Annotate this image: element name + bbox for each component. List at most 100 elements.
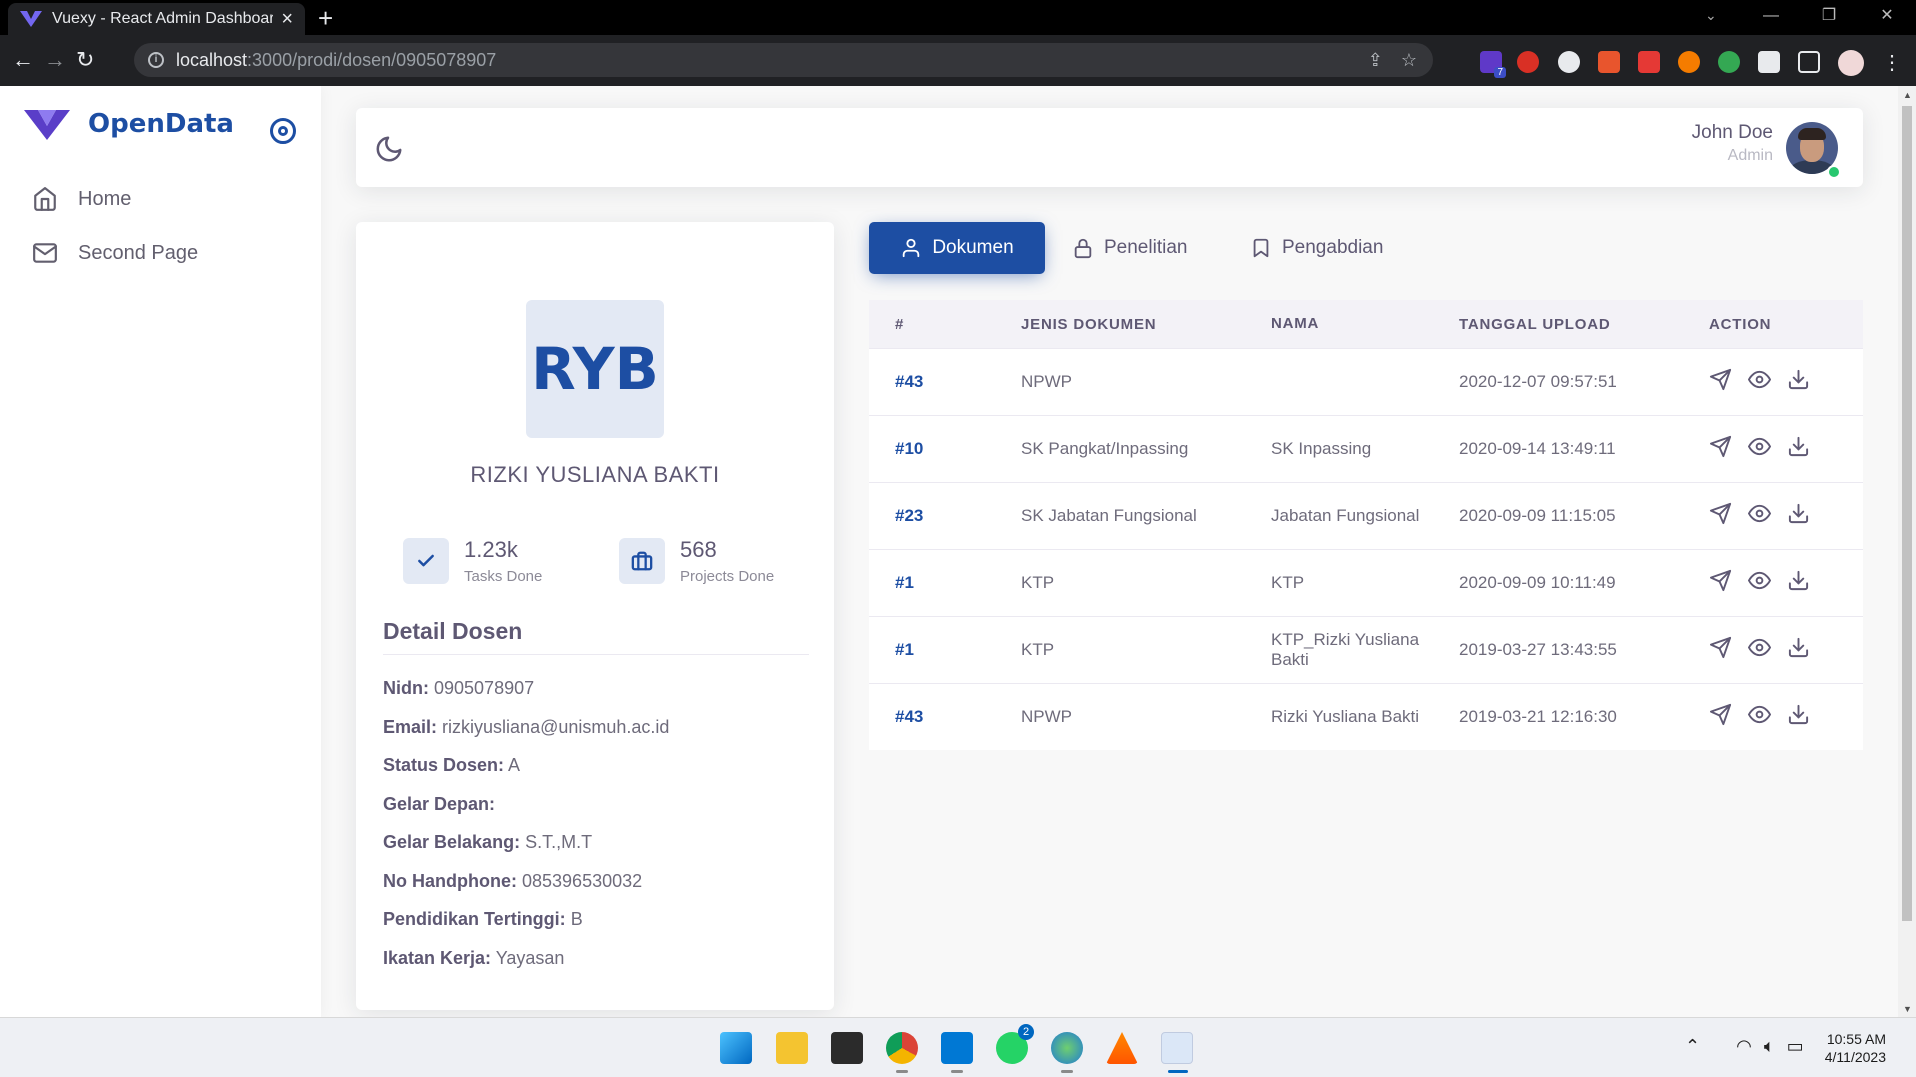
extension-orange-icon[interactable] bbox=[1678, 51, 1700, 73]
running-indicator bbox=[1168, 1070, 1188, 1073]
back-icon[interactable]: ← bbox=[12, 47, 34, 73]
scrollbar-thumb[interactable] bbox=[1902, 106, 1912, 921]
vscode-icon[interactable] bbox=[941, 1032, 973, 1064]
share-icon[interactable]: ⇪ bbox=[1368, 50, 1383, 71]
detail-title: Detail Dosen bbox=[383, 618, 523, 644]
user-dropdown[interactable]: John Doe Admin bbox=[1692, 122, 1773, 165]
minimize-icon[interactable]: — bbox=[1742, 0, 1800, 35]
vlc-icon[interactable] bbox=[1106, 1032, 1138, 1064]
clock[interactable]: 10:55 AM 4/11/2023 bbox=[1825, 1030, 1886, 1066]
doc-upload-date: 2020-09-14 13:49:11 bbox=[1459, 439, 1616, 458]
moon-icon[interactable] bbox=[374, 134, 404, 164]
eye-icon[interactable] bbox=[1748, 703, 1771, 731]
eye-icon[interactable] bbox=[1748, 502, 1771, 530]
divider bbox=[383, 654, 809, 655]
volume-icon[interactable]: 🔈︎ bbox=[1764, 1036, 1775, 1057]
extension-green-icon[interactable] bbox=[1718, 51, 1740, 73]
row-actions bbox=[1709, 569, 1863, 597]
doc-id[interactable]: #43 bbox=[869, 707, 1021, 727]
column-header: TANGGAL UPLOAD bbox=[1459, 315, 1611, 333]
wifi-icon[interactable]: ◠ bbox=[1736, 1036, 1752, 1057]
send-icon[interactable] bbox=[1709, 703, 1732, 731]
eye-icon[interactable] bbox=[1748, 435, 1771, 463]
profile-avatar-icon[interactable] bbox=[1838, 50, 1864, 76]
extension-red-icon[interactable] bbox=[1638, 51, 1660, 73]
doc-id[interactable]: #1 bbox=[869, 573, 1021, 593]
send-icon[interactable] bbox=[1709, 435, 1732, 463]
row-actions bbox=[1709, 502, 1863, 530]
scroll-up-icon[interactable]: ▲ bbox=[1903, 90, 1912, 100]
download-icon[interactable] bbox=[1787, 703, 1810, 731]
tab-pengabdian[interactable]: Pengabdian bbox=[1250, 222, 1383, 274]
tab-dokumen[interactable]: Dokumen bbox=[869, 222, 1045, 274]
terminal-icon[interactable] bbox=[831, 1032, 863, 1064]
tab-label: Penelitian bbox=[1104, 237, 1188, 258]
doc-type: KTP bbox=[1021, 640, 1055, 659]
send-icon[interactable] bbox=[1709, 502, 1732, 530]
doc-type: SK Pangkat/Inpassing bbox=[1021, 439, 1189, 458]
start-icon[interactable] bbox=[720, 1032, 752, 1064]
chevron-down-icon[interactable]: ⌄ bbox=[1705, 7, 1717, 24]
reload-icon[interactable]: ↻ bbox=[76, 47, 94, 73]
restore-icon[interactable]: ❐ bbox=[1800, 0, 1858, 35]
download-icon[interactable] bbox=[1787, 368, 1810, 396]
table-row: #10 SK Pangkat/Inpassing SK Inpassing 2020-… bbox=[869, 415, 1863, 482]
site-info-icon[interactable]: i bbox=[148, 52, 164, 68]
scrollbar[interactable]: ▲ ▼ bbox=[1898, 86, 1916, 1017]
chevron-up-icon[interactable]: ⌃ bbox=[1685, 1036, 1700, 1057]
download-icon[interactable] bbox=[1787, 502, 1810, 530]
extension-c-icon[interactable] bbox=[1598, 51, 1620, 73]
adblock-icon[interactable] bbox=[1517, 51, 1539, 73]
doc-id[interactable]: #43 bbox=[869, 372, 1021, 392]
snipping-tool-icon[interactable] bbox=[1161, 1032, 1193, 1064]
eye-icon[interactable] bbox=[1748, 569, 1771, 597]
new-tab-icon[interactable]: + bbox=[318, 3, 333, 33]
send-icon[interactable] bbox=[1709, 368, 1732, 396]
puzzle-icon[interactable] bbox=[1758, 51, 1780, 73]
download-icon[interactable] bbox=[1787, 636, 1810, 664]
table-body: #43 NPWP 2020-12-07 09:57:51 #10 SK Pangkat/… bbox=[869, 348, 1863, 750]
detail-ikatan-kerja: Ikatan Kerja: Yayasan bbox=[383, 948, 564, 969]
table-row: #23 SK Jabatan Fungsional Jabatan Fungsion… bbox=[869, 482, 1863, 549]
detail-label: No Handphone: bbox=[383, 871, 517, 891]
url-path: :3000/prodi/dosen/0905078907 bbox=[247, 49, 497, 70]
sidebar-item-home[interactable]: Home bbox=[32, 186, 131, 212]
address-bar[interactable]: i localhost:3000/prodi/dosen/0905078907 … bbox=[134, 43, 1433, 77]
eye-icon[interactable] bbox=[1748, 636, 1771, 664]
battery-icon[interactable]: ▭ bbox=[1787, 1036, 1804, 1057]
send-icon[interactable] bbox=[1709, 569, 1732, 597]
download-icon[interactable] bbox=[1787, 569, 1810, 597]
globe-app-icon[interactable] bbox=[1051, 1032, 1083, 1064]
sidebar-item-second-page[interactable]: Second Page bbox=[32, 240, 198, 266]
stat-projects: 568 Projects Done bbox=[619, 538, 774, 585]
chrome-icon[interactable] bbox=[886, 1032, 918, 1064]
clock-time: 10:55 AM bbox=[1826, 1031, 1886, 1047]
sidebar: OpenData Home Second Page bbox=[0, 86, 321, 1017]
extension-circle-icon[interactable] bbox=[1558, 51, 1580, 73]
file-explorer-icon[interactable] bbox=[776, 1032, 808, 1064]
sidepanel-icon[interactable] bbox=[1798, 51, 1820, 73]
bookmark-star-icon[interactable]: ☆ bbox=[1401, 50, 1417, 71]
tab-penelitian[interactable]: Penelitian bbox=[1072, 222, 1187, 274]
sidebar-collapse-toggle-icon[interactable] bbox=[270, 118, 296, 144]
send-icon[interactable] bbox=[1709, 636, 1732, 664]
menu-kebab-icon[interactable]: ⋮ bbox=[1882, 50, 1902, 75]
whatsapp-icon[interactable]: 2 bbox=[996, 1024, 1034, 1064]
doc-type: SK Jabatan Fungsional bbox=[1021, 506, 1197, 525]
doc-id[interactable]: #23 bbox=[869, 506, 1021, 526]
bookmark-icon bbox=[1253, 238, 1269, 258]
extension-icon[interactable]: 7 bbox=[1480, 51, 1506, 78]
doc-id[interactable]: #1 bbox=[869, 640, 1021, 660]
clock-date: 4/11/2023 bbox=[1824, 1049, 1886, 1065]
eye-icon[interactable] bbox=[1748, 368, 1771, 396]
forward-icon[interactable]: → bbox=[44, 47, 66, 73]
scroll-down-icon[interactable]: ▼ bbox=[1903, 1004, 1912, 1014]
close-tab-icon[interactable]: × bbox=[281, 8, 293, 31]
close-window-icon[interactable]: ✕ bbox=[1858, 0, 1916, 35]
doc-id[interactable]: #10 bbox=[869, 439, 1021, 459]
brand[interactable]: OpenData bbox=[24, 108, 234, 140]
table-row: #1 KTP KTP 2020-09-09 10:11:49 bbox=[869, 549, 1863, 616]
download-icon[interactable] bbox=[1787, 435, 1810, 463]
browser-tab[interactable]: Vuexy - React Admin Dashboard × bbox=[8, 3, 305, 35]
detail-label: Gelar Belakang: bbox=[383, 832, 521, 852]
